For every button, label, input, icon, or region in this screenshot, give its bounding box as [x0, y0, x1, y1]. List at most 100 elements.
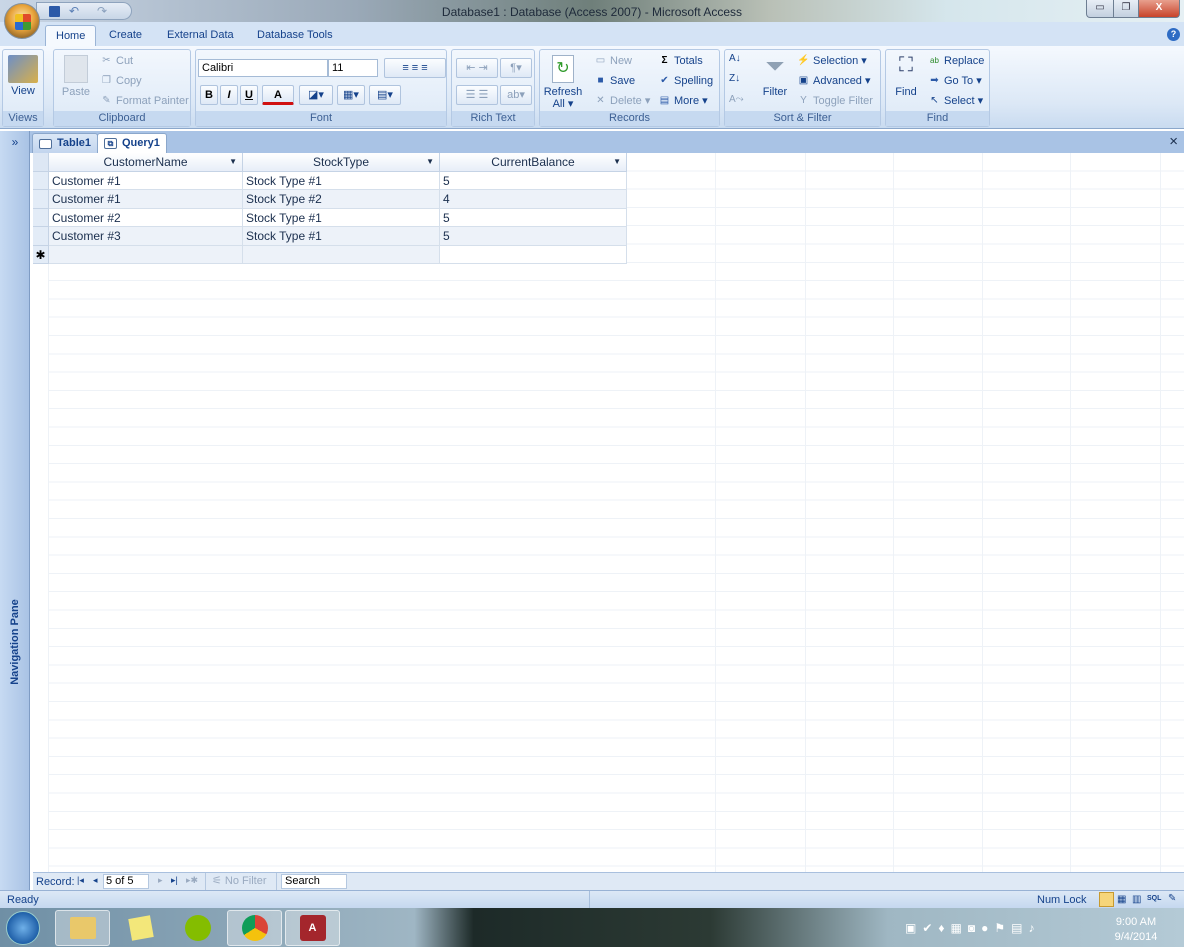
- table-row[interactable]: Customer #2 Stock Type #1 5: [33, 208, 627, 228]
- alternate-fill-button[interactable]: ▤▾: [369, 85, 401, 105]
- table-cell[interactable]: Customer #1: [49, 190, 243, 209]
- underline-button[interactable]: U: [240, 85, 258, 105]
- spelling-button[interactable]: ✔ Spelling: [658, 74, 713, 87]
- table-row[interactable]: Customer #3 Stock Type #1 5: [33, 227, 627, 246]
- list-buttons[interactable]: ☰ ☰: [456, 85, 498, 105]
- tab-table1[interactable]: Table1: [32, 133, 99, 153]
- minimize-button[interactable]: ▭: [1086, 0, 1114, 18]
- close-document-button[interactable]: ×: [1169, 133, 1178, 150]
- column-header-customername[interactable]: CustomerName ▼: [49, 153, 243, 172]
- next-record-button[interactable]: ▸: [158, 875, 163, 886]
- format-painter-button[interactable]: ✎ Format Painter: [100, 94, 188, 107]
- taskbar-sticky-notes[interactable]: [113, 910, 168, 946]
- gridlines-button[interactable]: ▦▾: [337, 85, 365, 105]
- column-header-currentbalance[interactable]: CurrentBalance ▼: [440, 153, 627, 172]
- table-cell[interactable]: Stock Type #1: [243, 227, 440, 246]
- find-button[interactable]: Find: [888, 86, 924, 98]
- table-cell[interactable]: 5: [440, 172, 627, 191]
- paste-button[interactable]: Paste: [57, 86, 95, 98]
- font-size-select[interactable]: 11: [328, 59, 378, 77]
- bold-button[interactable]: B: [200, 85, 218, 105]
- tab-home[interactable]: Home: [45, 25, 97, 46]
- table-cell[interactable]: [243, 245, 440, 264]
- taskbar-access[interactable]: A: [285, 910, 340, 946]
- clear-sort-button[interactable]: A⤳: [729, 94, 744, 105]
- copy-button[interactable]: ❐ Copy: [100, 74, 142, 87]
- table-cell[interactable]: 4: [440, 190, 627, 209]
- tab-database-tools[interactable]: Database Tools: [247, 25, 343, 46]
- dropdown-arrow-icon[interactable]: ▼: [426, 153, 434, 171]
- view-button[interactable]: View: [3, 85, 43, 97]
- selection-button[interactable]: ⚡ Selection ▾: [797, 54, 867, 67]
- advanced-button[interactable]: ▣ Advanced ▾: [797, 74, 871, 87]
- navigation-pane[interactable]: » Navigation Pane: [0, 131, 30, 890]
- dropdown-arrow-icon[interactable]: ▼: [613, 153, 621, 171]
- tab-create[interactable]: Create: [99, 25, 152, 46]
- first-record-button[interactable]: |◂: [77, 875, 84, 886]
- table-cell[interactable]: Stock Type #1: [243, 172, 440, 191]
- design-view-button[interactable]: ✎: [1168, 893, 1176, 904]
- tab-external-data[interactable]: External Data: [157, 25, 244, 46]
- save-record-button[interactable]: ■ Save: [594, 74, 635, 87]
- row-selector[interactable]: [33, 172, 49, 191]
- taskbar-chrome[interactable]: [227, 910, 282, 946]
- pivotchart-view-button[interactable]: ▥: [1132, 894, 1141, 905]
- totals-button[interactable]: Σ Totals: [658, 54, 702, 67]
- restore-button[interactable]: ❐: [1113, 0, 1139, 18]
- table-cell[interactable]: 5: [440, 227, 627, 246]
- datasheet-view-button[interactable]: [1099, 892, 1114, 907]
- font-name-select[interactable]: Calibri: [198, 59, 328, 77]
- pivottable-view-button[interactable]: ▦: [1117, 894, 1126, 905]
- column-header-stocktype[interactable]: StockType ▼: [243, 153, 440, 172]
- filter-button[interactable]: Filter: [757, 86, 793, 98]
- table-row[interactable]: Customer #1 Stock Type #1 5: [33, 172, 627, 191]
- redo-icon[interactable]: ↷: [97, 4, 107, 18]
- last-record-button[interactable]: ▸|: [171, 875, 178, 886]
- search-input[interactable]: Search: [281, 874, 347, 889]
- cut-button[interactable]: ✂ Cut: [100, 54, 133, 67]
- replace-button[interactable]: ab Replace: [928, 54, 984, 67]
- table-cell[interactable]: [49, 245, 243, 264]
- select-button[interactable]: ↖ Select ▾: [928, 94, 983, 107]
- highlight-button[interactable]: ab▾: [500, 85, 532, 105]
- sort-ascending-button[interactable]: A↓: [729, 53, 741, 64]
- save-icon[interactable]: [49, 6, 60, 17]
- delete-record-button[interactable]: ✕ Delete ▾: [594, 94, 650, 107]
- toggle-filter-button[interactable]: Y Toggle Filter: [797, 94, 873, 107]
- taskbar-explorer[interactable]: [55, 910, 110, 946]
- no-filter-button[interactable]: ⚟ No Filter: [205, 873, 277, 890]
- office-button[interactable]: [4, 3, 40, 39]
- table-cell[interactable]: [440, 245, 627, 264]
- refresh-all-button[interactable]: Refresh All ▾: [540, 86, 586, 110]
- expand-nav-pane-button[interactable]: »: [0, 135, 30, 149]
- table-cell[interactable]: Stock Type #1: [243, 208, 440, 228]
- new-record-nav-button[interactable]: ▸✱: [186, 875, 198, 886]
- italic-button[interactable]: I: [220, 85, 238, 105]
- previous-record-button[interactable]: ◂: [93, 875, 98, 886]
- row-selector[interactable]: [33, 227, 49, 246]
- sql-view-button[interactable]: SQL: [1147, 895, 1161, 902]
- close-button[interactable]: X: [1138, 0, 1180, 18]
- goto-button[interactable]: ➡ Go To ▾: [928, 74, 981, 87]
- current-record-field[interactable]: 5 of 5: [103, 874, 149, 889]
- new-record-button[interactable]: ▭ New: [594, 54, 632, 67]
- table-cell[interactable]: 5: [440, 208, 627, 228]
- table-cell[interactable]: Customer #3: [49, 227, 243, 246]
- more-button[interactable]: ▤ More ▾: [658, 94, 708, 107]
- table-cell[interactable]: Customer #1: [49, 172, 243, 191]
- row-selector[interactable]: [33, 190, 49, 209]
- select-all-button[interactable]: [33, 153, 49, 172]
- dropdown-arrow-icon[interactable]: ▼: [229, 153, 237, 171]
- paragraph-button[interactable]: ¶▾: [500, 58, 532, 78]
- system-tray-icons[interactable]: ▣✔♦▦◙●⚑▤♪: [905, 921, 1040, 935]
- new-record-row[interactable]: ✱: [33, 245, 627, 264]
- taskbar-spotify[interactable]: [170, 910, 225, 946]
- row-selector[interactable]: [33, 208, 49, 228]
- tab-query1[interactable]: ⧉ Query1: [97, 133, 167, 153]
- start-button[interactable]: [6, 911, 40, 945]
- indent-buttons[interactable]: ⇤ ⇥: [456, 58, 498, 78]
- font-color-button[interactable]: A: [262, 85, 294, 105]
- table-cell[interactable]: Customer #2: [49, 208, 243, 228]
- sort-descending-button[interactable]: Z↓: [729, 73, 740, 84]
- fill-color-button[interactable]: ◪▾: [299, 85, 333, 105]
